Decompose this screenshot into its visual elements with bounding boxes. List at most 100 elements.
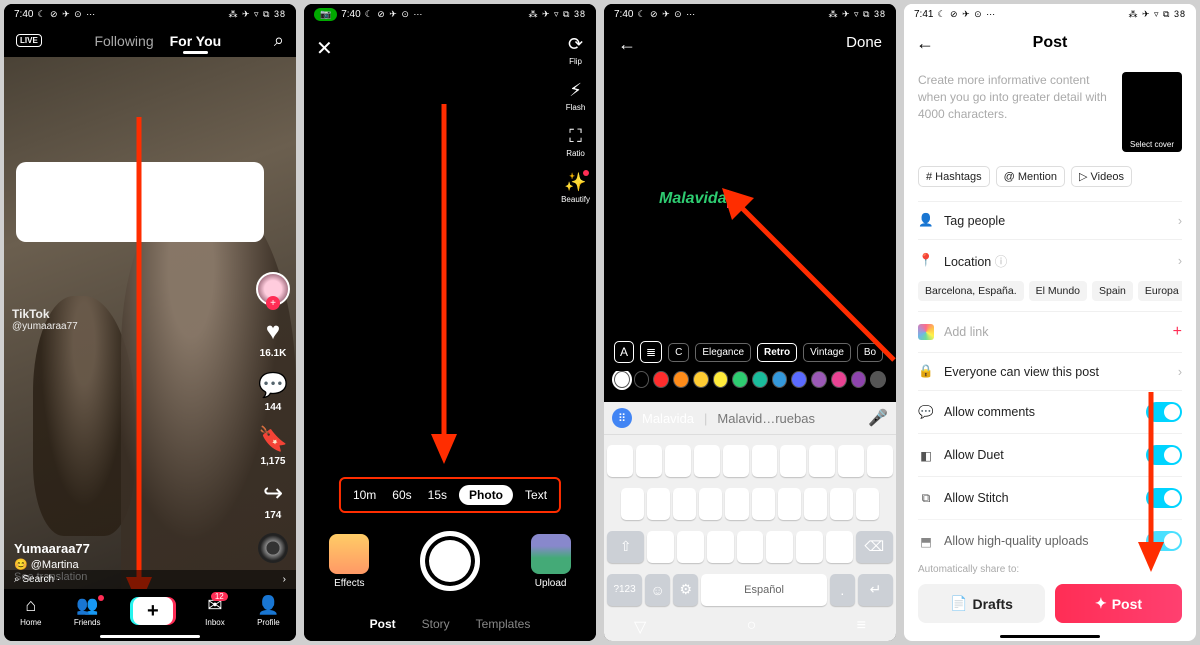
allow-comments-row: 💬Allow comments <box>918 390 1182 433</box>
shift-key[interactable]: ⇧ <box>607 531 644 563</box>
text-layer[interactable]: Malavida <box>659 190 729 208</box>
video-viewport[interactable]: TikTok @yumaaraa77 + ♥16.1K 💬144 🔖1,175 … <box>4 57 296 589</box>
comments-toggle[interactable] <box>1146 402 1182 422</box>
key[interactable]: q <box>607 445 633 477</box>
color-swatch[interactable] <box>791 371 807 388</box>
add-link-row[interactable]: Add link+ <box>918 311 1182 352</box>
keyboard-apps-icon[interactable]: ⠿ <box>612 408 632 428</box>
loc-chip[interactable]: El Mundo <box>1029 281 1087 301</box>
color-swatch[interactable] <box>634 371 650 388</box>
color-swatch[interactable] <box>693 371 709 388</box>
tab-templates[interactable]: Templates <box>476 617 531 631</box>
nav-friends[interactable]: 👥Friends <box>74 595 101 627</box>
back-icon[interactable]: ← <box>916 33 934 54</box>
back-icon[interactable]: ← <box>618 34 636 55</box>
flip-button[interactable]: ⟳Flip <box>561 34 590 66</box>
nav-create[interactable]: + <box>133 597 173 625</box>
color-swatch[interactable] <box>811 371 827 388</box>
text-align-icon[interactable]: ≣ <box>640 341 662 363</box>
description-placeholder[interactable]: Create more informative content when you… <box>918 72 1112 152</box>
font-retro[interactable]: Retro <box>757 343 797 362</box>
color-swatch[interactable] <box>614 371 630 388</box>
allow-hq-row: ⬒Allow high-quality uploads <box>918 519 1182 562</box>
color-swatch[interactable] <box>713 371 729 388</box>
hashtags-chip[interactable]: # Hashtags <box>918 166 990 187</box>
location-row[interactable]: 📍Location ⓘ› <box>918 239 1182 281</box>
color-swatch[interactable] <box>772 371 788 388</box>
save-button[interactable]: 🔖1,175 <box>258 425 288 467</box>
done-button[interactable]: Done <box>846 34 882 55</box>
search-footer[interactable]: ⌕ Search ·› <box>4 570 296 589</box>
close-icon[interactable]: ✕ <box>316 36 333 61</box>
emoji-key[interactable]: ☺ <box>645 574 670 606</box>
nav-recent-icon[interactable]: ≡ <box>857 617 866 637</box>
tab-story[interactable]: Story <box>422 617 450 631</box>
color-swatch[interactable] <box>732 371 748 388</box>
tag-people-row[interactable]: 👤Tag people› <box>918 201 1182 239</box>
font-elegance[interactable]: Elegance <box>695 343 751 362</box>
space-key[interactable]: Español <box>701 574 826 606</box>
color-swatch[interactable] <box>831 371 847 388</box>
shutter-button[interactable] <box>420 531 480 591</box>
post-button[interactable]: ✦ Post <box>1055 584 1182 623</box>
suggestion-alt[interactable]: Malavid…ruebas <box>717 411 815 426</box>
mode-60s[interactable]: 60s <box>388 486 415 504</box>
ratio-button[interactable]: ⛶Ratio <box>561 126 590 158</box>
cover-thumbnail[interactable]: Select cover <box>1122 72 1182 152</box>
tab-for-you[interactable]: For You <box>170 33 222 49</box>
font-vintage[interactable]: Vintage <box>803 343 851 362</box>
editor-canvas[interactable]: Malavida <box>604 65 896 335</box>
like-button[interactable]: ♥16.1K <box>260 318 287 359</box>
privacy-row[interactable]: 🔒Everyone can view this post› <box>918 352 1182 390</box>
color-swatch[interactable] <box>851 371 867 388</box>
loc-chip[interactable]: Spain <box>1092 281 1133 301</box>
text-fill-icon[interactable]: A <box>614 341 634 363</box>
color-swatch[interactable] <box>870 371 886 388</box>
beautify-button[interactable]: ✨Beautify <box>561 172 590 204</box>
videos-chip[interactable]: ▷ Videos <box>1071 166 1132 187</box>
hq-toggle[interactable] <box>1146 531 1182 551</box>
mode-15s[interactable]: 15s <box>424 486 451 504</box>
live-icon[interactable]: LIVE <box>16 34 42 47</box>
tab-post[interactable]: Post <box>370 617 396 631</box>
effects-button[interactable]: Effects <box>329 534 369 589</box>
nav-profile[interactable]: 👤Profile <box>257 595 280 627</box>
author-name[interactable]: Yumaaraa77 <box>14 541 90 556</box>
search-icon[interactable]: ⌕ <box>274 30 284 51</box>
drafts-button[interactable]: 📄 Drafts <box>918 584 1045 623</box>
backspace-key[interactable]: ⌫ <box>856 531 893 563</box>
font-classic[interactable]: C <box>668 343 689 362</box>
nav-inbox[interactable]: ✉Inbox12 <box>205 595 225 627</box>
font-more[interactable]: Bo <box>857 343 883 362</box>
color-swatch[interactable] <box>673 371 689 388</box>
sound-disc[interactable] <box>258 533 288 563</box>
author-avatar[interactable]: + <box>256 272 290 306</box>
suggestion-main[interactable]: Malavida <box>642 411 694 426</box>
mode-text[interactable]: Text <box>521 486 551 504</box>
mode-photo[interactable]: Photo <box>459 485 513 505</box>
tab-following[interactable]: Following <box>94 33 153 49</box>
share-button[interactable]: ↪174 <box>263 479 283 521</box>
duet-toggle[interactable] <box>1146 445 1182 465</box>
loc-chip[interactable]: Europa <box>1138 281 1182 301</box>
nav-home-icon[interactable]: ○ <box>747 617 757 637</box>
mode-10m[interactable]: 10m <box>349 486 380 504</box>
upload-button[interactable]: Upload <box>531 534 571 589</box>
stitch-toggle[interactable] <box>1146 488 1182 508</box>
nav-home[interactable]: ⌂Home <box>20 595 41 627</box>
comment-button[interactable]: 💬144 <box>258 371 288 413</box>
duration-selector[interactable]: 10m 60s 15s Photo Text <box>339 477 561 513</box>
color-swatch[interactable] <box>752 371 768 388</box>
symbols-key[interactable]: ?123 <box>607 574 642 606</box>
enter-key[interactable]: ↵ <box>858 574 893 606</box>
status-bar: 7:40☾ ⊘ ✈ ⊙ ⋯ ⁂ ✈ ▿ ⧉ 38 <box>4 4 296 24</box>
nav-back-icon[interactable]: ▽ <box>634 617 646 637</box>
post-settings-screen: 7:41☾ ⊘ ✈ ⊙ ⋯ ⁂ ✈ ▿ ⧉ 38 ← Post Create m… <box>904 4 1196 641</box>
color-swatch[interactable] <box>653 371 669 388</box>
settings-key[interactable]: ⚙ <box>673 574 698 606</box>
flash-button[interactable]: ⚡︎Flash <box>561 80 590 112</box>
loc-chip[interactable]: Barcelona, España. <box>918 281 1024 301</box>
period-key[interactable]: . <box>830 574 855 606</box>
mic-icon[interactable]: 🎤 <box>868 408 888 428</box>
mention-chip[interactable]: @ Mention <box>996 166 1065 187</box>
